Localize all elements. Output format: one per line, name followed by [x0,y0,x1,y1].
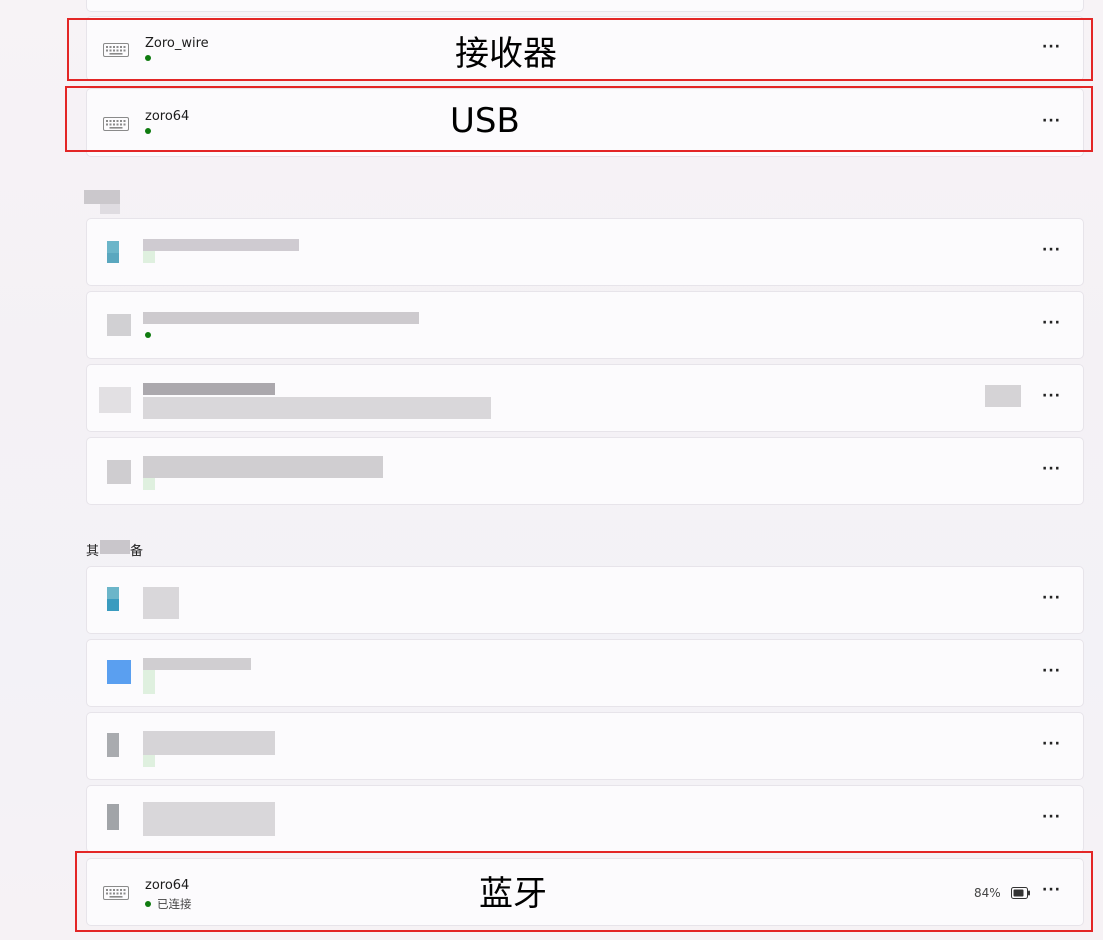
device-card-redacted[interactable]: ··· [86,785,1084,853]
device-icon-redacted [107,733,119,757]
device-name-redacted [143,312,419,324]
annotation-label-bluetooth: 蓝牙 [479,874,547,914]
annotation-box-usb [65,86,1093,152]
more-options-button[interactable]: ··· [1042,315,1061,331]
device-icon-redacted [107,599,119,611]
device-name-redacted [143,658,251,670]
annotation-label-receiver: 接收器 [455,34,557,74]
device-icon-redacted [107,314,131,336]
section-label-redacted [100,204,120,214]
device-card-redacted[interactable]: ··· [86,712,1084,780]
device-icon-redacted [107,253,119,263]
device-status-redacted [143,251,155,263]
connected-dot [145,332,151,338]
connection-status [145,332,157,338]
device-status-redacted [143,670,155,694]
device-card-redacted[interactable]: ··· [86,291,1084,359]
device-card-redacted[interactable]: ··· [86,639,1084,707]
device-card-redacted[interactable]: ··· [86,437,1084,505]
device-name-redacted [143,731,275,755]
annotation-box-bluetooth [75,851,1093,932]
device-status-redacted [143,397,491,419]
annotation-label-usb: USB [450,101,520,141]
more-options-button[interactable]: ··· [1042,388,1061,404]
device-status-redacted [143,755,155,767]
section-label-redacted [100,540,130,554]
device-icon-redacted [107,460,131,484]
device-icon-redacted [107,660,131,684]
device-card-redacted[interactable]: ··· [86,218,1084,286]
more-options-button[interactable]: ··· [1042,809,1061,825]
section-label-other-suffix: 备 [130,544,144,559]
device-name-redacted [143,587,179,619]
more-options-button[interactable]: ··· [1042,461,1061,477]
section-label-other-prefix: 其 [86,544,100,559]
device-card-partial [86,0,1084,12]
device-card-redacted[interactable]: ··· [86,566,1084,634]
more-options-button[interactable]: ··· [1042,242,1061,258]
device-status-redacted [143,478,155,490]
more-options-button[interactable]: ··· [1042,590,1061,606]
device-name-redacted [143,383,275,395]
battery-redacted [985,385,1021,407]
more-options-button[interactable]: ··· [1042,663,1061,679]
more-options-button[interactable]: ··· [1042,736,1061,752]
device-icon-redacted [107,804,119,830]
device-name-redacted [143,456,383,478]
annotation-box-receiver [67,18,1093,81]
device-name-redacted [143,802,275,836]
device-icon-redacted [107,587,119,599]
section-label-redacted [84,190,120,204]
device-card-redacted[interactable]: ··· [86,364,1084,432]
device-icon-redacted [99,387,131,413]
device-name-redacted [143,239,299,251]
device-icon-redacted [107,241,119,253]
